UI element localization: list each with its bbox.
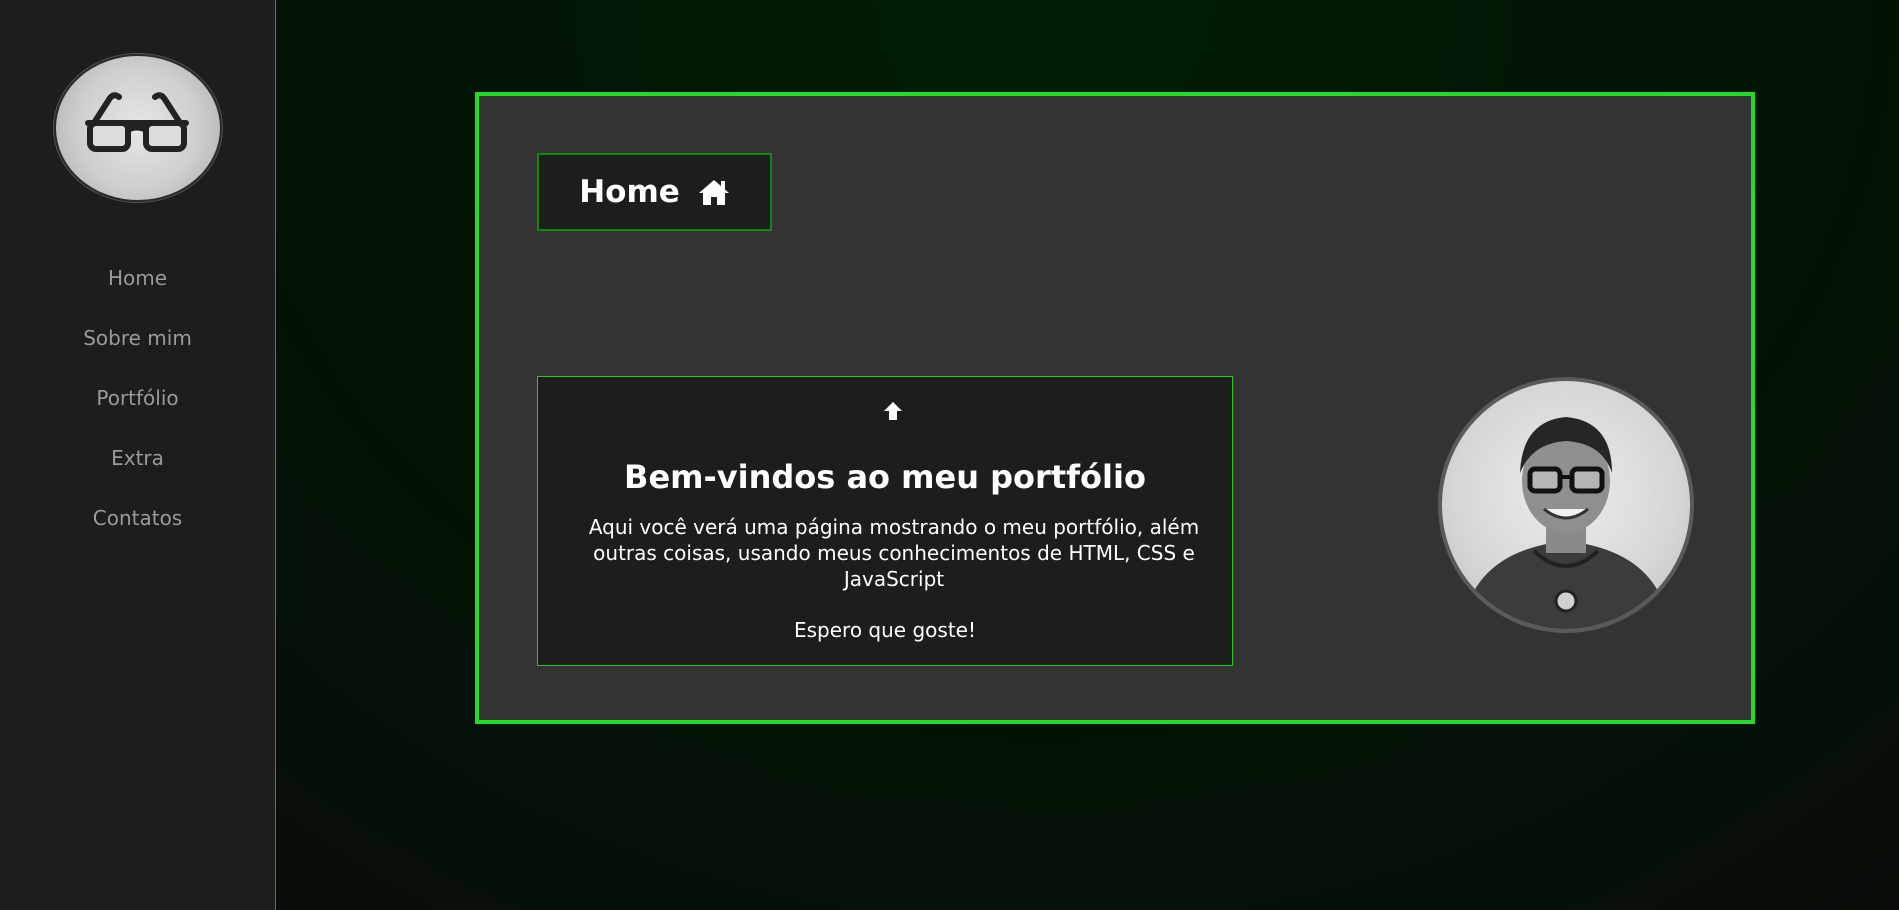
sidebar: Home Sobre mim Portfólio Extra Contatos bbox=[0, 0, 276, 910]
nav-item-sobre-mim[interactable]: Sobre mim bbox=[0, 318, 275, 378]
welcome-closing: Espero que goste! bbox=[794, 618, 976, 642]
page-title-badge: Home bbox=[537, 153, 772, 231]
nav-item-contatos[interactable]: Contatos bbox=[0, 498, 275, 558]
profile-photo bbox=[1438, 377, 1694, 633]
home-icon bbox=[698, 180, 729, 205]
arrow-up-icon[interactable] bbox=[883, 401, 903, 421]
welcome-description: Aqui você verá uma página mostrando o me… bbox=[588, 515, 1200, 591]
sidebar-nav: Home Sobre mim Portfólio Extra Contatos bbox=[0, 258, 275, 558]
logo[interactable] bbox=[54, 54, 222, 202]
nav-item-home[interactable]: Home bbox=[0, 258, 275, 318]
glasses-icon bbox=[85, 92, 189, 152]
nav-item-extra[interactable]: Extra bbox=[0, 438, 275, 498]
welcome-box: Bem-vindos ao meu portfólio Aqui você ve… bbox=[537, 376, 1233, 666]
person-illustration bbox=[1462, 417, 1670, 629]
page-title: Home bbox=[579, 174, 680, 210]
nav-item-portfolio[interactable]: Portfólio bbox=[0, 378, 275, 438]
welcome-heading: Bem-vindos ao meu portfólio bbox=[624, 458, 1146, 496]
